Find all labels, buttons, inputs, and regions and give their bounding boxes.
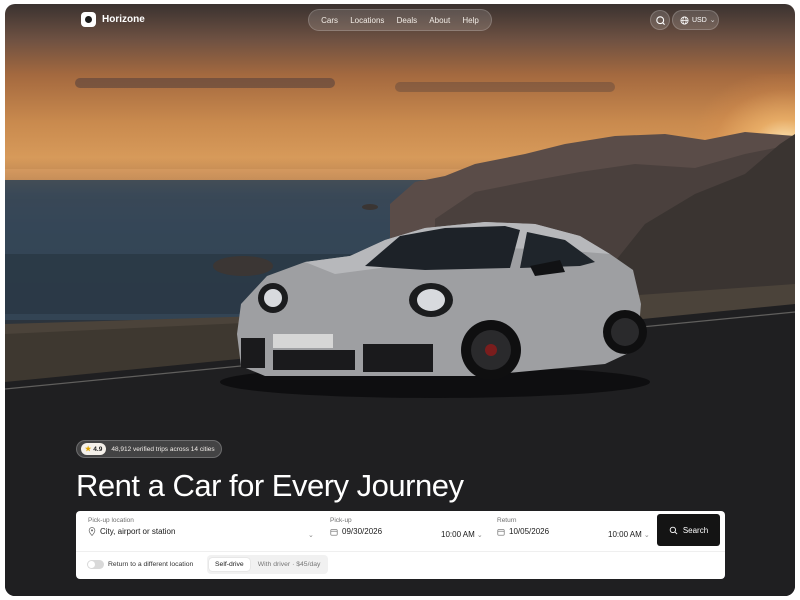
nav-link-deals[interactable]: Deals (397, 16, 417, 25)
currency-label: USD (692, 16, 707, 24)
return-time-select[interactable]: 10:00 AM ⌄ (608, 530, 650, 539)
calendar-icon (497, 528, 505, 536)
pickup-location-input[interactable]: City, airport or station (100, 527, 175, 536)
hero-banner: Horizone Cars Locations Deals About Help… (5, 4, 795, 596)
pickup-date[interactable]: 09/30/2026 (342, 527, 382, 536)
rating-badge: ★ 4.9 (81, 443, 107, 455)
chevron-down-icon: ⌄ (476, 531, 483, 539)
drive-mode-selector: Self-drive With driver · $45/day (207, 555, 329, 574)
landscape-illustration (5, 132, 795, 596)
top-navbar: Horizone Cars Locations Deals About Help… (5, 4, 795, 38)
search-icon (656, 16, 665, 25)
rating-chip: ★ 4.9 48,912 verified trips across 14 ci… (76, 440, 222, 458)
divider (76, 551, 725, 552)
nav-link-help[interactable]: Help (462, 16, 478, 25)
booking-search-card: Pick-up location City, airport or statio… (76, 511, 725, 579)
return-date-field[interactable]: Return 10/05/2026 (497, 517, 549, 536)
search-submit-button[interactable]: Search (657, 514, 720, 546)
return-location-toggle[interactable] (87, 560, 104, 569)
mode-with-driver[interactable]: With driver · $45/day (252, 558, 327, 571)
brand-name: Horizone (102, 14, 145, 25)
search-button[interactable] (650, 10, 670, 30)
rating-score: 4.9 (93, 445, 103, 453)
currency-selector[interactable]: USD ⌄ (672, 10, 719, 30)
nav-link-about[interactable]: About (429, 16, 450, 25)
pickup-location-field[interactable]: Pick-up location City, airport or statio… (88, 517, 175, 536)
pickup-label: Pick-up (330, 517, 352, 524)
globe-icon (680, 15, 689, 25)
pickup-date-field[interactable]: Pick-up 09/30/2026 (330, 517, 382, 536)
search-button-label: Search (682, 525, 709, 535)
return-toggle-label: Return to a different location (108, 561, 194, 568)
calendar-icon (330, 528, 338, 536)
toggle-knob (88, 561, 95, 568)
search-icon (669, 526, 678, 534)
brand-logo[interactable]: Horizone (81, 12, 145, 27)
chevron-down-icon[interactable]: ⌄ (308, 531, 314, 539)
hero-title: Rent a Car for Every Journey (76, 468, 464, 503)
nav-link-locations[interactable]: Locations (350, 16, 384, 25)
return-date[interactable]: 10/05/2026 (509, 527, 549, 536)
star-icon: ★ (85, 446, 92, 453)
nav-link-cars[interactable]: Cars (321, 16, 338, 25)
chevron-down-icon: ⌄ (709, 17, 716, 24)
mode-self-drive[interactable]: Self-drive (209, 558, 250, 571)
pickup-time: 10:00 AM (441, 530, 475, 539)
horizone-logo-icon (81, 12, 96, 27)
chevron-down-icon: ⌄ (643, 531, 650, 539)
rating-text: 48,912 verified trips across 14 cities (111, 445, 215, 453)
return-label: Return (497, 517, 517, 524)
location-pin-icon (88, 527, 96, 536)
return-time: 10:00 AM (608, 530, 642, 539)
pickup-location-label: Pick-up location (88, 517, 134, 524)
main-nav: Cars Locations Deals About Help (308, 9, 492, 31)
pickup-time-select[interactable]: 10:00 AM ⌄ (441, 530, 483, 539)
